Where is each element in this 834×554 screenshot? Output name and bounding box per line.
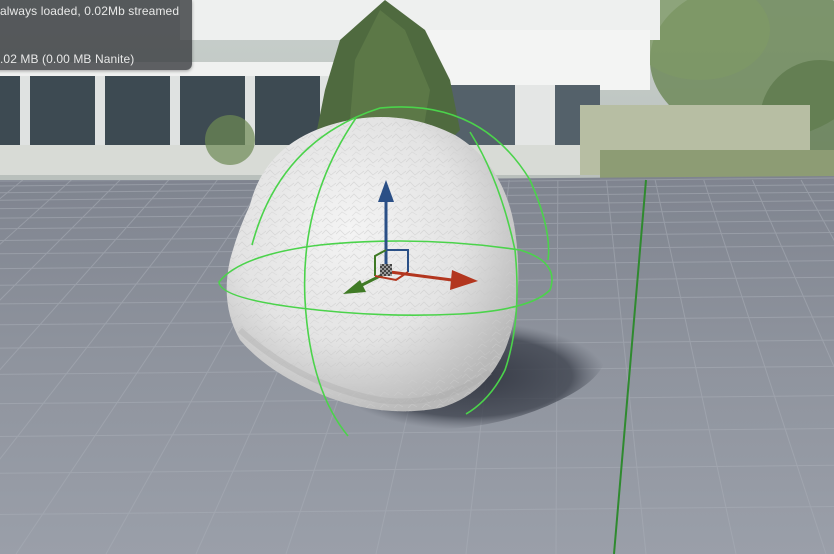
gizmo-center-handle bbox=[380, 264, 392, 276]
viewport-scene[interactable] bbox=[0, 0, 834, 554]
level-viewport[interactable]: always loaded, 0.02Mb streamed .02 MB (0… bbox=[0, 0, 834, 554]
memory-stats-text: .02 MB (0.00 MB Nanite) bbox=[0, 52, 135, 66]
viewport-stats-overlay: always loaded, 0.02Mb streamed .02 MB (0… bbox=[0, 0, 192, 70]
streaming-stats-text: always loaded, 0.02Mb streamed bbox=[0, 4, 180, 18]
